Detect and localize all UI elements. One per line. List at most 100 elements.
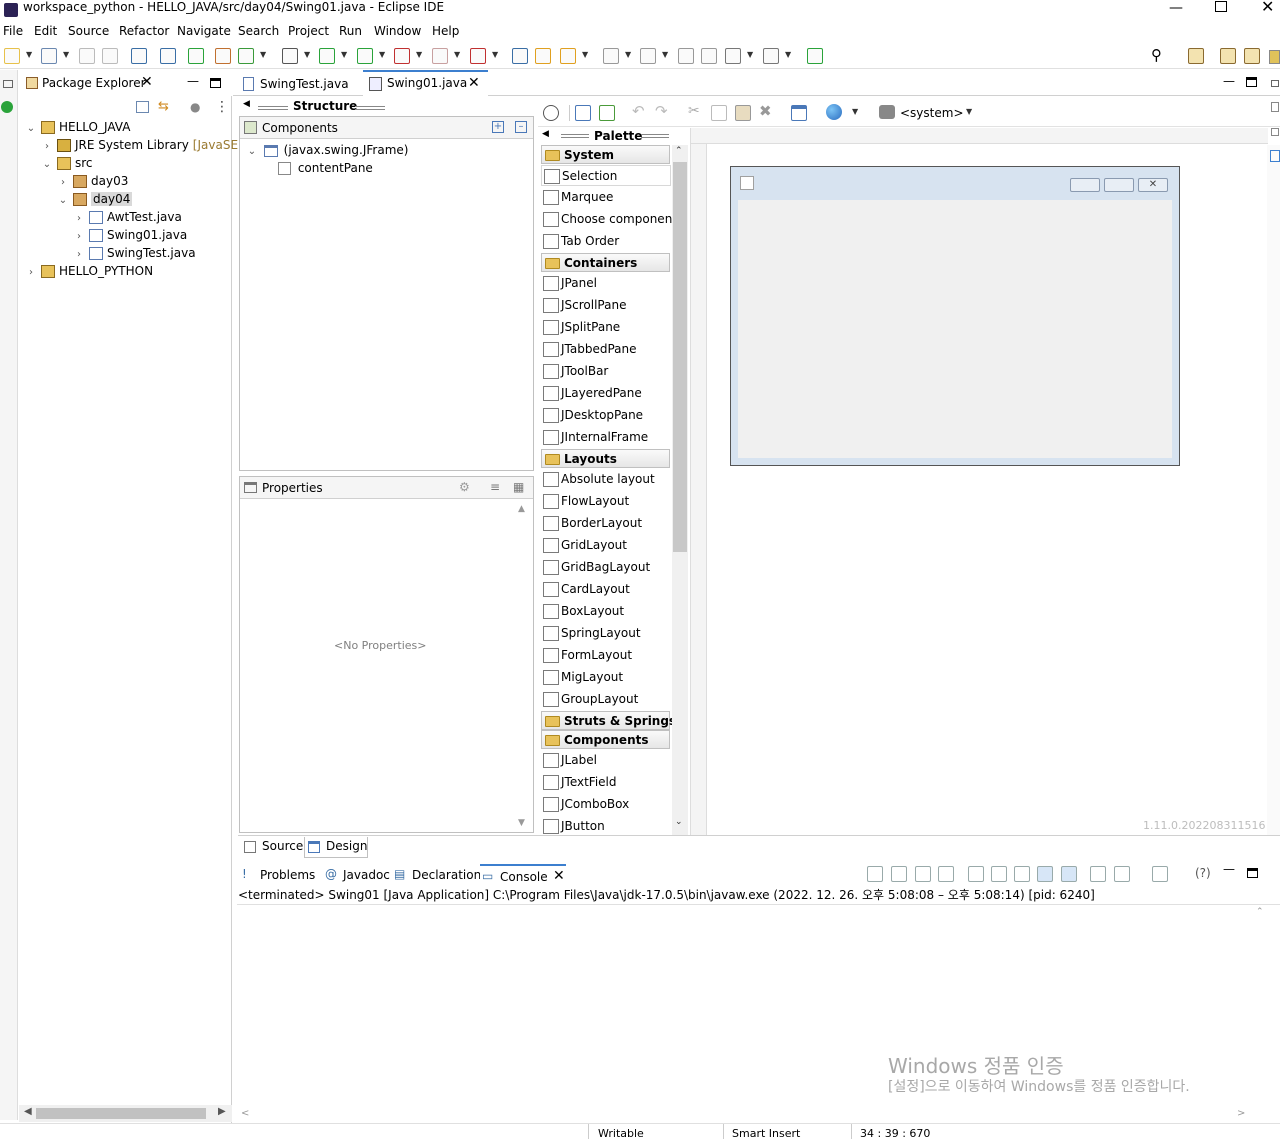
clear-console-icon[interactable] [968, 866, 984, 882]
palette-item-gridlayout[interactable]: GridLayout [541, 535, 671, 556]
palette-item-jscrollpane[interactable]: JScrollPane [541, 295, 671, 316]
lookandfeel-icon[interactable] [879, 105, 895, 119]
new-java-project-icon[interactable] [215, 48, 231, 64]
save-all-icon[interactable] [41, 48, 57, 64]
palette-item-absolute-layout[interactable]: Absolute layout [541, 469, 671, 490]
refresh-icon[interactable] [575, 105, 591, 121]
content-pane-preview[interactable] [738, 200, 1172, 458]
maximize-view-button[interactable] [210, 78, 221, 88]
filter-icon[interactable]: ● [190, 101, 203, 113]
palette-item-jtoolbar[interactable]: JToolBar [541, 361, 671, 382]
word-wrap-icon[interactable] [1014, 866, 1030, 882]
trim-icon-2[interactable] [1271, 128, 1279, 136]
tree-item-day04[interactable]: ⌄ day04 [57, 190, 133, 210]
show-events-icon[interactable]: ▦ [513, 480, 524, 494]
menu-edit[interactable]: Edit [34, 24, 57, 38]
palette-item-jcombobox[interactable]: JComboBox [541, 794, 671, 815]
frame-close-button[interactable]: ✕ [1138, 178, 1168, 192]
close-icon[interactable]: ✕ [141, 74, 153, 90]
tab-declaration[interactable]: ▤ Declaration [392, 864, 481, 886]
external-tools-icon[interactable] [394, 48, 410, 64]
expand-all-icon[interactable]: + [492, 121, 504, 133]
tree-item-hello-python[interactable]: › HELLO_PYTHON [25, 262, 153, 280]
trim-icon-3[interactable] [1270, 150, 1280, 162]
horizontal-scrollbar[interactable]: ◀ ▶ [19, 1105, 232, 1122]
vertical-scrollbar[interactable]: ▲ ▼ [518, 504, 530, 829]
tab-source[interactable]: Source [240, 837, 304, 857]
console-hscroll[interactable]: < > [237, 1107, 1253, 1123]
open-type-icon[interactable] [512, 48, 528, 64]
expanded-arrow-icon[interactable]: ⌄ [25, 120, 37, 138]
run-status-icon[interactable] [1, 101, 13, 113]
palette-item-miglayout[interactable]: MigLayout [541, 667, 671, 688]
palette-category-components[interactable]: Components [541, 730, 670, 749]
dropdown-arrow-icon[interactable]: ▼ [416, 50, 422, 59]
palette-item-grouplayout[interactable]: GroupLayout [541, 689, 671, 710]
run-last-icon[interactable] [188, 48, 204, 64]
stop-console-icon[interactable] [891, 866, 907, 882]
tree-item-awttest-java[interactable]: › AwtTest.java [73, 208, 182, 226]
dropdown-arrow-icon[interactable]: ▼ [304, 50, 310, 59]
show-on-stdout-icon[interactable] [1037, 866, 1053, 882]
reparse-icon[interactable] [599, 105, 615, 121]
tree-item-swingtest-java[interactable]: › SwingTest.java [73, 244, 196, 262]
close-icon[interactable]: ✕ [468, 75, 480, 91]
dropdown-arrow-icon[interactable]: ▼ [492, 50, 498, 59]
menu-search[interactable]: Search [238, 24, 279, 38]
tab-problems[interactable]: ! Problems [240, 864, 320, 886]
remove-launch-icon[interactable] [915, 866, 931, 882]
delete-icon[interactable]: ✖ [759, 102, 772, 120]
trim-icon-1[interactable] [1271, 102, 1279, 112]
debug-icon[interactable] [282, 48, 298, 64]
java-perspective-icon[interactable] [1220, 48, 1236, 64]
stop-icon[interactable] [432, 48, 448, 64]
palette-item-flowlayout[interactable]: FlowLayout [541, 491, 671, 512]
maximize-window-button[interactable] [1215, 1, 1227, 12]
expanded-arrow-icon[interactable]: ⌄ [41, 156, 53, 174]
pin-editor-icon[interactable] [807, 48, 823, 64]
close-icon[interactable]: ✕ [553, 868, 565, 884]
design-canvas[interactable]: ✕ 1.11.0.202208311516 [690, 128, 1268, 835]
dropdown-arrow-icon[interactable]: ▼ [454, 50, 460, 59]
new-console-icon[interactable] [1152, 866, 1168, 882]
tree-item-jframe[interactable]: ⌄ (javax.swing.JFrame) [246, 141, 409, 159]
lookandfeel-dropdown[interactable]: <system> [900, 106, 964, 120]
dropdown-arrow-icon[interactable]: ▼ [26, 50, 32, 59]
palette-item-jbutton[interactable]: JButton [541, 816, 671, 837]
last-edit-icon[interactable] [678, 48, 694, 64]
menu-window[interactable]: Window [374, 24, 421, 38]
tree-item-contentpane[interactable]: contentPane [278, 159, 373, 177]
dropdown-arrow-icon[interactable]: ▼ [625, 50, 631, 59]
open-console-icon[interactable] [1090, 866, 1106, 882]
scroll-lock-icon[interactable] [991, 866, 1007, 882]
console-vscroll[interactable]: ⌃ [1253, 905, 1269, 1108]
tree-item-src[interactable]: ⌄ src [41, 154, 93, 172]
palette-item-jsplitpane[interactable]: JSplitPane [541, 317, 671, 338]
palette-item-jdesktoppane[interactable]: JDesktopPane [541, 405, 671, 426]
close-window-button[interactable]: ✕ [1261, 0, 1274, 16]
remove-all-launches-icon[interactable] [938, 866, 954, 882]
copy-icon[interactable] [711, 105, 727, 121]
dropdown-arrow-icon[interactable]: ▼ [662, 50, 668, 59]
new-package-icon[interactable] [238, 48, 254, 64]
dropdown-arrow-icon[interactable]: ▼ [785, 50, 791, 59]
expanded-arrow-icon[interactable]: ⌄ [57, 192, 69, 210]
jython-icon[interactable] [470, 48, 486, 64]
dropdown-arrow-icon[interactable]: ▼ [379, 50, 385, 59]
show-on-stderr-icon[interactable] [1061, 866, 1077, 882]
palette-item-springlayout[interactable]: SpringLayout [541, 623, 671, 644]
tree-item-day03[interactable]: › day03 [57, 172, 128, 190]
menu-navigate[interactable]: Navigate [177, 24, 231, 38]
test-gui-icon[interactable] [543, 105, 559, 121]
palette-item-formlayout[interactable]: FormLayout [541, 645, 671, 666]
dropdown-arrow-icon[interactable]: ▼ [63, 50, 69, 59]
palette-item-jpanel[interactable]: JPanel [541, 273, 671, 294]
forward-icon[interactable] [763, 48, 779, 64]
print-icon[interactable] [102, 48, 118, 64]
frame-minimize-button[interactable] [1070, 178, 1100, 192]
tab-swing01[interactable]: Swing01.java ✕ [363, 70, 488, 96]
palette-item-marquee[interactable]: Marquee [541, 187, 671, 208]
undo-icon[interactable]: ↶ [632, 102, 645, 120]
view-menu-icon[interactable]: ⋮ [215, 99, 229, 115]
minimize-view-button[interactable]: — [187, 74, 199, 88]
